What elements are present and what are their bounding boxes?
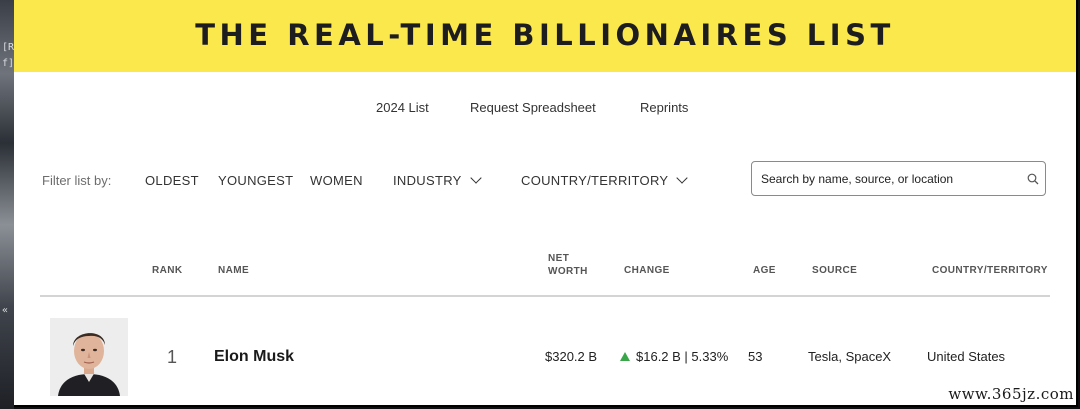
change-cell: $16.2 B | 5.33% — [620, 349, 728, 364]
avatar — [50, 318, 128, 396]
column-header-name[interactable]: NAME — [218, 264, 249, 277]
rank-value: 1 — [167, 347, 178, 367]
chevron-down-icon — [469, 172, 482, 184]
portrait-image — [50, 318, 128, 396]
column-header-net-worth[interactable]: NET WORTH — [548, 252, 588, 278]
sub-navigation: 2024 List Request Spreadsheet Reprints — [14, 100, 1076, 118]
source-value: Tesla, SpaceX — [808, 349, 892, 364]
age-value: 53 — [748, 349, 763, 364]
column-header-net-worth-line1: NET — [548, 253, 570, 264]
net-worth-value: $320.2 B — [545, 349, 598, 364]
desktop-fragment: [R — [2, 42, 15, 53]
filter-label: Filter list by: — [42, 173, 112, 188]
chevron-down-icon — [676, 172, 689, 184]
column-header-change[interactable]: CHANGE — [624, 264, 670, 277]
watermark: www.365jz.com — [948, 385, 1074, 403]
page-banner: THE REAL-TIME BILLIONAIRES LIST — [14, 0, 1076, 72]
filter-oldest[interactable]: OLDEST — [145, 173, 199, 188]
search-input[interactable] — [761, 162, 1019, 195]
desktop-background: [R f] « — [0, 0, 14, 409]
person-name-link[interactable]: Elon Musk — [214, 348, 294, 366]
column-header-rank[interactable]: RANK — [152, 264, 183, 277]
filter-country-label: COUNTRY/TERRITORY — [521, 173, 669, 188]
filter-youngest[interactable]: YOUNGEST — [218, 173, 293, 188]
nav-request-spreadsheet[interactable]: Request Spreadsheet — [470, 100, 596, 115]
column-header-source[interactable]: SOURCE — [812, 264, 857, 277]
browser-window: THE REAL-TIME BILLIONAIRES LIST 2024 Lis… — [14, 0, 1078, 407]
search-icon[interactable] — [1027, 173, 1039, 185]
country-value: United States — [927, 349, 1006, 364]
filter-industry-dropdown[interactable]: INDUSTRY — [393, 172, 482, 188]
nav-reprints[interactable]: Reprints — [640, 100, 688, 115]
column-header-country[interactable]: COUNTRY/TERRITORY — [932, 264, 1048, 277]
search-box — [751, 161, 1046, 196]
nav-2024-list[interactable]: 2024 List — [376, 100, 429, 115]
page-title: THE REAL-TIME BILLIONAIRES LIST — [195, 18, 895, 52]
filter-country-dropdown[interactable]: COUNTRY/TERRITORY — [521, 172, 689, 188]
table-row[interactable]: 1 Elon Musk $320.2 B $16.2 B | 5.33% 53 … — [14, 297, 1076, 405]
column-header-age[interactable]: AGE — [753, 264, 776, 277]
change-value: $16.2 B | 5.33% — [636, 349, 729, 364]
desktop-fragment: f] — [2, 58, 15, 69]
filter-women[interactable]: WOMEN — [310, 173, 363, 188]
filter-industry-label: INDUSTRY — [393, 173, 462, 188]
column-header-net-worth-line2: WORTH — [548, 266, 588, 277]
desktop-fragment: « — [2, 305, 9, 316]
up-arrow-icon — [620, 352, 630, 361]
